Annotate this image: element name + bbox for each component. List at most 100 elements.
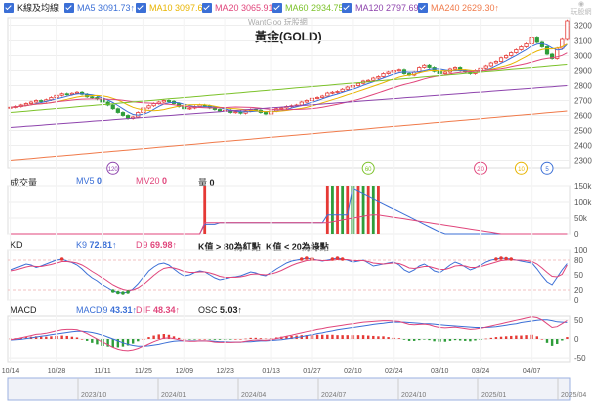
timeline-label: 2024/10 bbox=[401, 392, 426, 399]
kd-tick-label: 100 bbox=[574, 246, 588, 255]
volume-bar bbox=[371, 186, 375, 234]
osc-bar bbox=[448, 339, 452, 341]
osc-bar bbox=[254, 337, 257, 339]
volume-bar bbox=[356, 186, 360, 234]
timeline-label: 2023/10 bbox=[81, 392, 106, 399]
osc-bar bbox=[372, 335, 375, 339]
kd-tick-label: 0 bbox=[574, 296, 579, 305]
candle-body bbox=[146, 105, 151, 109]
osc-bar bbox=[407, 339, 411, 341]
ma-marker-label: 60 bbox=[365, 167, 372, 173]
volume-bar bbox=[331, 186, 334, 234]
osc-bar bbox=[60, 335, 63, 339]
volume-bar bbox=[377, 186, 380, 234]
kd-red-dot bbox=[494, 257, 498, 261]
ma60-line bbox=[10, 64, 568, 113]
osc-bar bbox=[520, 335, 523, 339]
volume-bar bbox=[325, 186, 329, 234]
candle-body bbox=[90, 96, 95, 99]
kd-red-dot bbox=[509, 257, 514, 261]
osc-bar bbox=[550, 339, 554, 346]
kd-tick-label: 50 bbox=[574, 271, 583, 280]
osc-bar bbox=[249, 337, 252, 339]
osc-bar bbox=[484, 338, 487, 340]
volume-tick-label: 150k bbox=[574, 182, 592, 191]
candle-body bbox=[381, 73, 386, 77]
osc-bar bbox=[341, 335, 344, 339]
osc-bar bbox=[259, 338, 263, 339]
candle-body bbox=[28, 101, 34, 104]
candle-body bbox=[509, 52, 514, 56]
candle-body bbox=[524, 43, 529, 47]
candle-body bbox=[263, 112, 269, 115]
price-tick-label: 2400 bbox=[574, 142, 592, 151]
candle-body bbox=[187, 107, 192, 110]
candle-body bbox=[376, 76, 381, 79]
candle-body bbox=[483, 65, 488, 69]
osc-bar bbox=[65, 335, 68, 339]
osc-bar bbox=[474, 339, 477, 341]
kd-red-dot bbox=[340, 257, 345, 261]
osc-bar bbox=[75, 337, 79, 339]
candle-body bbox=[34, 100, 39, 103]
osc-bar bbox=[40, 336, 43, 339]
timeline-label: 2025/04 bbox=[561, 392, 586, 399]
chart-canvas[interactable]: 2300 2400 2500 2600 2700 2800 2900 3000 3100 3200… bbox=[0, 0, 600, 405]
candle-body bbox=[493, 61, 499, 64]
ma20-line bbox=[10, 52, 568, 111]
candle-body bbox=[345, 86, 350, 90]
osc-bar bbox=[499, 336, 503, 339]
ma120-line bbox=[10, 85, 568, 128]
candle-body bbox=[74, 91, 80, 94]
ma10-line bbox=[10, 43, 568, 113]
osc-bar bbox=[131, 339, 135, 344]
osc-bar bbox=[85, 339, 89, 341]
x-tick-label: 11/25 bbox=[135, 368, 152, 375]
timeline-label: 2024/07 bbox=[321, 392, 346, 399]
osc-bar bbox=[366, 335, 370, 339]
candle-body bbox=[217, 109, 223, 112]
candle-body bbox=[355, 82, 361, 86]
osc-bar bbox=[556, 339, 559, 344]
candle-body bbox=[488, 62, 493, 67]
osc-bar bbox=[540, 339, 544, 340]
osc-bar bbox=[229, 339, 232, 340]
osc-bar bbox=[198, 339, 201, 340]
osc-bar bbox=[239, 339, 242, 340]
osc-bar bbox=[80, 339, 84, 340]
kd-green-dot bbox=[126, 290, 130, 294]
osc-bar bbox=[336, 335, 339, 339]
candle-body bbox=[534, 37, 539, 43]
osc-bar bbox=[326, 334, 329, 339]
osc-bar bbox=[45, 336, 48, 339]
osc-bar bbox=[147, 337, 150, 339]
osc-bar bbox=[469, 339, 472, 342]
osc-bar bbox=[402, 339, 406, 340]
osc-bar bbox=[494, 337, 498, 339]
candle-body bbox=[330, 91, 335, 94]
osc-bar bbox=[412, 339, 416, 341]
osc-bar bbox=[561, 339, 564, 341]
osc-bar bbox=[535, 336, 538, 339]
osc-bar bbox=[315, 334, 319, 339]
x-tick-label: 12/09 bbox=[175, 368, 193, 375]
candle-body bbox=[335, 91, 340, 93]
price-tick-label: 2300 bbox=[574, 157, 592, 166]
candle-body bbox=[519, 46, 524, 50]
price-tick-label: 3100 bbox=[574, 37, 592, 46]
candle-body bbox=[396, 69, 401, 72]
osc-bar bbox=[208, 339, 212, 340]
kd-red-dot bbox=[504, 256, 508, 261]
x-tick-label: 03/24 bbox=[472, 368, 490, 375]
x-tick-label: 03/10 bbox=[431, 368, 449, 375]
volume-tick-label: 50k bbox=[574, 214, 588, 223]
kd-red-dot bbox=[335, 256, 340, 260]
candle-body bbox=[442, 71, 447, 74]
osc-bar bbox=[377, 336, 380, 339]
x-tick-label: 10/28 bbox=[48, 368, 66, 375]
volume-bar bbox=[366, 186, 370, 234]
candle-body bbox=[197, 104, 202, 107]
macd9-line bbox=[10, 319, 568, 347]
osc-bar bbox=[458, 339, 462, 341]
osc-bar bbox=[203, 339, 206, 340]
